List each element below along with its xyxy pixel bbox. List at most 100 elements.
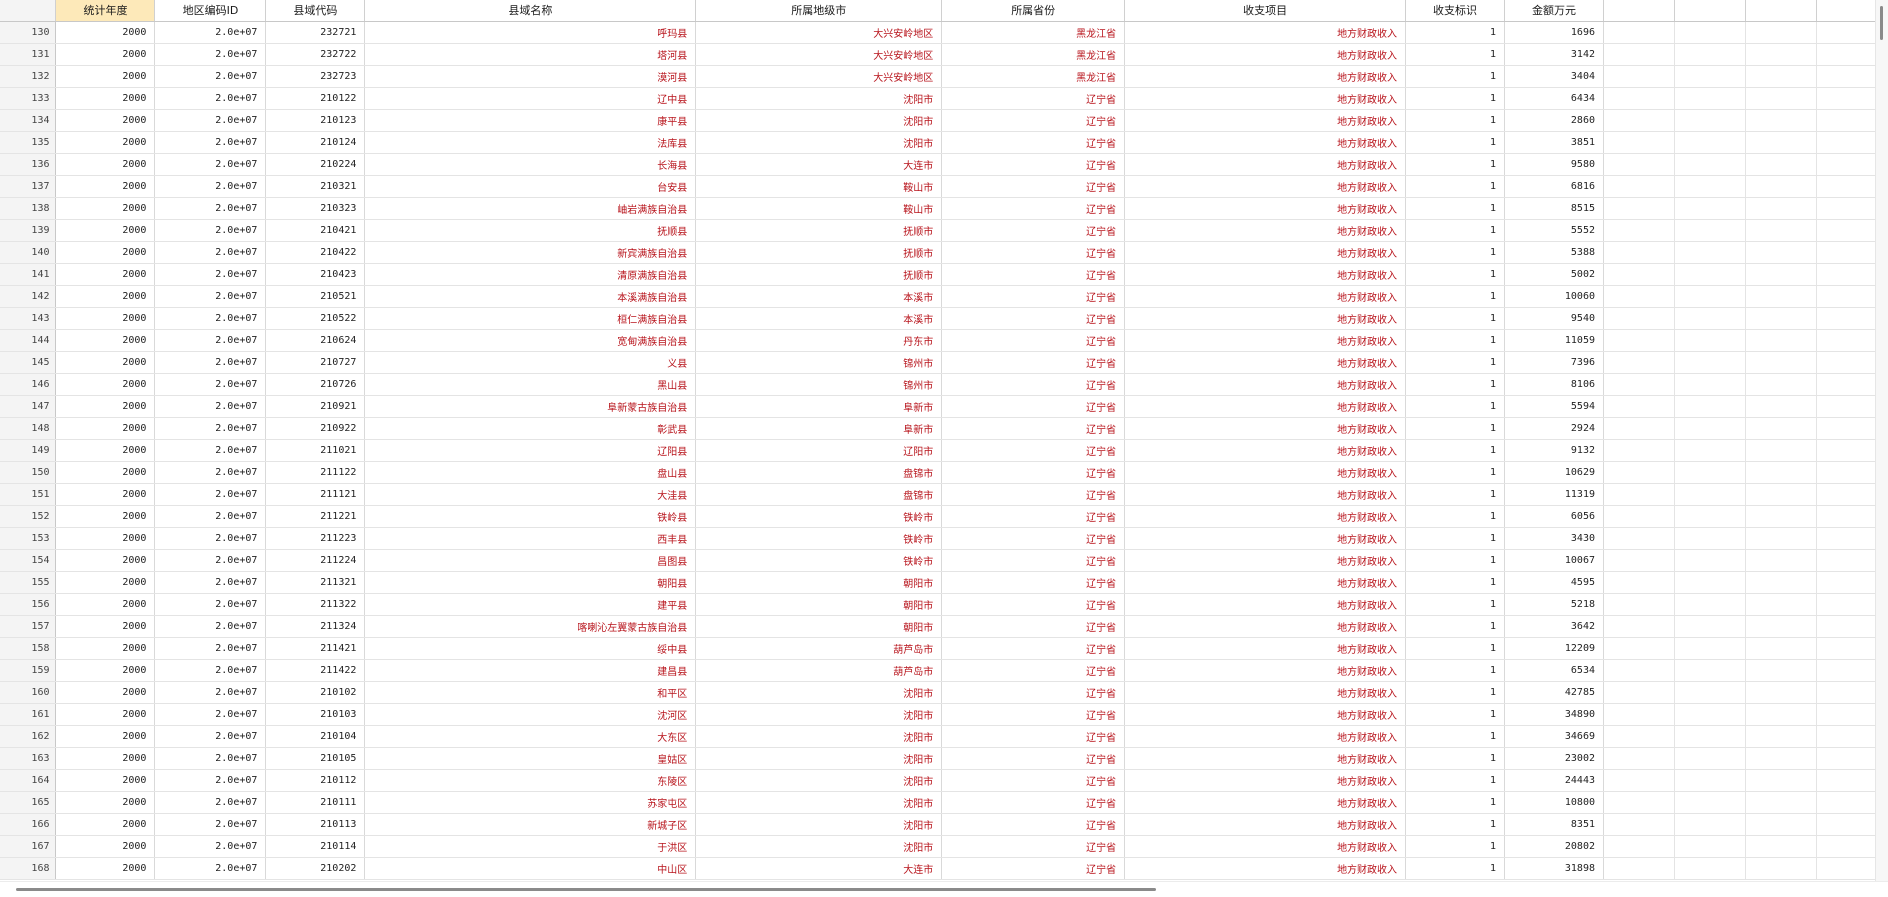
row-number[interactable]: 137 xyxy=(0,175,57,198)
table-cell[interactable]: 2.0e+07 xyxy=(154,703,267,726)
table-cell[interactable]: 辽宁省 xyxy=(941,813,1126,836)
empty-cell[interactable] xyxy=(1674,549,1746,572)
table-cell[interactable]: 2.0e+07 xyxy=(154,329,267,352)
table-cell[interactable]: 1 xyxy=(1405,747,1506,770)
column-header[interactable]: 金额万元 xyxy=(1504,0,1604,22)
table-row[interactable]: 154 2000 2.0e+07 211224 昌图县 铁岭市 辽宁省 地方财政收入 1 1006… xyxy=(0,549,1876,572)
table-cell[interactable]: 辽宁省 xyxy=(941,703,1126,726)
table-cell[interactable]: 地方财政收入 xyxy=(1124,527,1407,550)
table-cell[interactable]: 1 xyxy=(1405,87,1506,110)
table-cell[interactable]: 210421 xyxy=(265,219,366,242)
empty-cell[interactable] xyxy=(1603,571,1675,594)
table-cell[interactable]: 辽宁省 xyxy=(941,615,1126,638)
table-cell[interactable]: 1 xyxy=(1405,395,1506,418)
table-row[interactable]: 160 2000 2.0e+07 210102 和平区 沈阳市 辽宁省 地方财政收入 1 4278… xyxy=(0,681,1876,704)
empty-cell[interactable] xyxy=(1603,395,1675,418)
table-cell[interactable]: 2000 xyxy=(55,109,156,132)
empty-cell[interactable] xyxy=(1745,65,1817,88)
table-row[interactable]: 148 2000 2.0e+07 210922 彰武县 阜新市 辽宁省 地方财政收入 1 2924 xyxy=(0,417,1876,440)
row-number[interactable]: 130 xyxy=(0,21,57,44)
empty-cell[interactable] xyxy=(1674,505,1746,528)
empty-cell[interactable] xyxy=(1816,835,1876,858)
table-cell[interactable]: 210727 xyxy=(265,351,366,374)
column-header[interactable]: 收支标识 xyxy=(1405,0,1506,22)
table-cell[interactable]: 2000 xyxy=(55,527,156,550)
table-cell[interactable]: 于洪区 xyxy=(364,835,697,858)
table-cell[interactable]: 辽宁省 xyxy=(941,439,1126,462)
table-cell[interactable]: 地方财政收入 xyxy=(1124,747,1407,770)
table-cell[interactable]: 辽宁省 xyxy=(941,307,1126,330)
table-cell[interactable]: 沈阳市 xyxy=(695,725,943,748)
table-cell[interactable]: 抚顺县 xyxy=(364,219,697,242)
table-row[interactable]: 167 2000 2.0e+07 210114 于洪区 沈阳市 辽宁省 地方财政收入 1 2080… xyxy=(0,835,1876,858)
row-number[interactable]: 161 xyxy=(0,703,57,726)
table-cell[interactable]: 葫芦岛市 xyxy=(695,659,943,682)
empty-cell[interactable] xyxy=(1816,857,1876,880)
empty-cell[interactable] xyxy=(1674,285,1746,308)
table-cell[interactable]: 9580 xyxy=(1504,153,1604,176)
column-header[interactable]: 所属省份 xyxy=(941,0,1126,22)
table-row[interactable]: 145 2000 2.0e+07 210727 义县 锦州市 辽宁省 地方财政收入 1 7396 xyxy=(0,351,1876,374)
table-cell[interactable]: 2000 xyxy=(55,65,156,88)
table-cell[interactable]: 2.0e+07 xyxy=(154,175,267,198)
table-cell[interactable]: 2.0e+07 xyxy=(154,307,267,330)
empty-cell[interactable] xyxy=(1816,527,1876,550)
empty-cell[interactable] xyxy=(1745,21,1817,44)
empty-cell[interactable] xyxy=(1816,505,1876,528)
table-cell[interactable]: 辽宁省 xyxy=(941,219,1126,242)
table-cell[interactable]: 葫芦岛市 xyxy=(695,637,943,660)
table-cell[interactable]: 2000 xyxy=(55,747,156,770)
table-cell[interactable]: 2000 xyxy=(55,835,156,858)
row-number[interactable]: 150 xyxy=(0,461,57,484)
table-cell[interactable]: 1 xyxy=(1405,791,1506,814)
row-number[interactable]: 140 xyxy=(0,241,57,264)
table-row[interactable]: 135 2000 2.0e+07 210124 法库县 沈阳市 辽宁省 地方财政收入 1 3851 xyxy=(0,131,1876,154)
table-cell[interactable]: 210422 xyxy=(265,241,366,264)
row-number[interactable]: 167 xyxy=(0,835,57,858)
empty-cell[interactable] xyxy=(1745,87,1817,110)
empty-cell[interactable] xyxy=(1745,395,1817,418)
table-cell[interactable]: 210123 xyxy=(265,109,366,132)
table-row[interactable]: 152 2000 2.0e+07 211221 铁岭县 铁岭市 辽宁省 地方财政收入 1 6056 xyxy=(0,505,1876,528)
table-cell[interactable]: 沈阳市 xyxy=(695,131,943,154)
empty-cell[interactable] xyxy=(1745,351,1817,374)
table-cell[interactable]: 辽宁省 xyxy=(941,109,1126,132)
table-cell[interactable]: 1 xyxy=(1405,285,1506,308)
table-cell[interactable]: 20802 xyxy=(1504,835,1604,858)
table-cell[interactable]: 2.0e+07 xyxy=(154,571,267,594)
table-cell[interactable]: 沈阳市 xyxy=(695,791,943,814)
table-cell[interactable]: 铁岭市 xyxy=(695,505,943,528)
table-cell[interactable]: 地方财政收入 xyxy=(1124,857,1407,880)
table-cell[interactable]: 辽宁省 xyxy=(941,153,1126,176)
empty-cell[interactable] xyxy=(1674,769,1746,792)
column-header[interactable]: 收支项目 xyxy=(1124,0,1407,22)
table-cell[interactable]: 辽宁省 xyxy=(941,483,1126,506)
empty-cell[interactable] xyxy=(1745,835,1817,858)
empty-cell[interactable] xyxy=(1603,791,1675,814)
table-cell[interactable]: 地方财政收入 xyxy=(1124,505,1407,528)
empty-cell[interactable] xyxy=(1603,285,1675,308)
table-cell[interactable]: 中山区 xyxy=(364,857,697,880)
table-cell[interactable]: 抚顺市 xyxy=(695,241,943,264)
empty-cell[interactable] xyxy=(1816,197,1876,220)
empty-cell[interactable] xyxy=(1816,791,1876,814)
table-cell[interactable]: 211324 xyxy=(265,615,366,638)
table-cell[interactable]: 2.0e+07 xyxy=(154,615,267,638)
table-cell[interactable]: 11059 xyxy=(1504,329,1604,352)
table-cell[interactable]: 210105 xyxy=(265,747,366,770)
table-cell[interactable]: 鞍山市 xyxy=(695,197,943,220)
table-cell[interactable]: 辽宁省 xyxy=(941,593,1126,616)
table-cell[interactable]: 丹东市 xyxy=(695,329,943,352)
table-cell[interactable]: 地方财政收入 xyxy=(1124,87,1407,110)
table-row[interactable]: 153 2000 2.0e+07 211223 西丰县 铁岭市 辽宁省 地方财政收入 1 3430 xyxy=(0,527,1876,550)
table-cell[interactable]: 2000 xyxy=(55,637,156,660)
table-cell[interactable]: 210321 xyxy=(265,175,366,198)
empty-cell[interactable] xyxy=(1745,439,1817,462)
empty-cell[interactable] xyxy=(1674,439,1746,462)
empty-cell[interactable] xyxy=(1816,307,1876,330)
table-cell[interactable]: 地方财政收入 xyxy=(1124,659,1407,682)
table-cell[interactable]: 6534 xyxy=(1504,659,1604,682)
table-cell[interactable]: 1 xyxy=(1405,351,1506,374)
horizontal-scrollbar[interactable] xyxy=(0,881,1888,897)
table-cell[interactable]: 2000 xyxy=(55,175,156,198)
